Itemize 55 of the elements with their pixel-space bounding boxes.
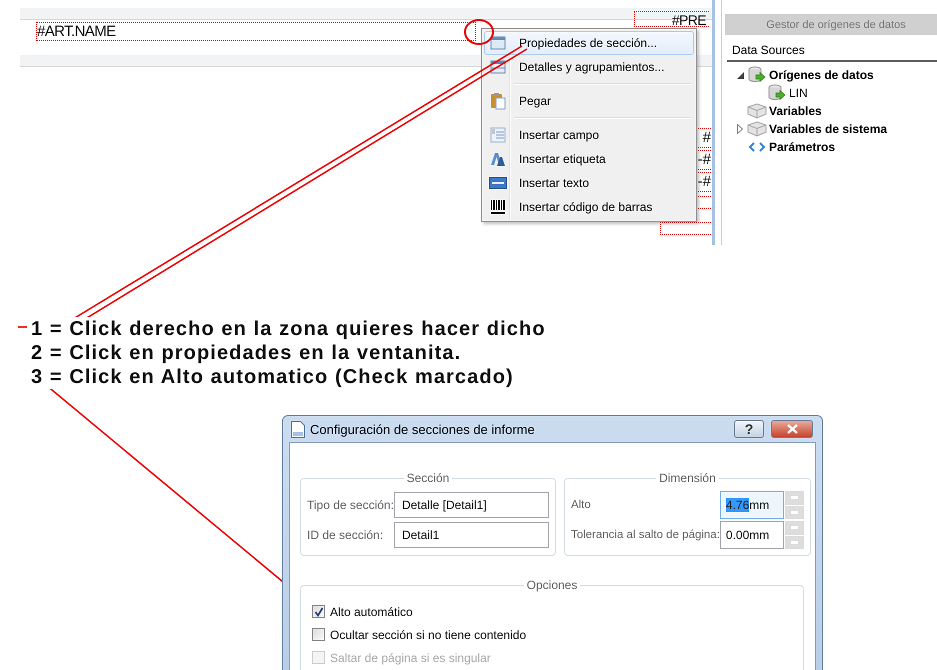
field-label: ID de sección:	[307, 528, 384, 542]
close-button[interactable]	[771, 420, 813, 438]
leader-line	[18, 326, 27, 328]
menu-item[interactable]: Insertar etiqueta	[484, 147, 694, 171]
close-icon	[786, 424, 798, 434]
number-field[interactable]: 0.00mm	[720, 521, 784, 549]
dialog-title: Configuración de secciones de informe	[310, 422, 536, 436]
report-field[interactable]: #PRE	[634, 11, 709, 27]
collapsed-arrow-icon[interactable]	[737, 124, 743, 134]
checkbox-label: Saltar de página si es singular	[330, 650, 491, 664]
menu-item[interactable]: Propiedades de sección...	[484, 31, 694, 55]
field-label: Tolerancia al salto de página:	[570, 529, 720, 541]
group-title: Sección	[406, 471, 450, 485]
barcode-icon	[490, 199, 506, 215]
checkbox[interactable]	[312, 605, 325, 618]
help-button[interactable]: ?	[734, 420, 764, 438]
menu-item[interactable]: Insertar texto	[484, 171, 694, 195]
group-title: Opciones	[526, 578, 578, 592]
number-field[interactable]: 4.76mm	[720, 491, 784, 519]
checkbox-label: Alto automático	[330, 604, 413, 618]
menu-item[interactable]: Insertar código de barras	[484, 195, 694, 219]
letter-icon	[490, 151, 506, 167]
document-icon	[291, 420, 305, 438]
checkbox[interactable]	[312, 628, 325, 641]
code-brackets-icon	[749, 142, 765, 152]
text-field[interactable]: Detalle [Detail1]	[394, 492, 549, 518]
tree-item[interactable]: Parámetros	[769, 140, 836, 154]
dash-icon	[790, 540, 798, 544]
database-icon	[748, 66, 766, 84]
dash-icon	[790, 526, 798, 530]
panel-title: Data Sources	[727, 43, 937, 62]
group-title: Dimensión	[659, 471, 716, 485]
dash-icon	[790, 496, 798, 500]
clipboard-icon	[490, 92, 506, 110]
highlight-circle	[464, 19, 494, 45]
form-icon	[490, 127, 506, 143]
database-icon	[768, 84, 786, 102]
tree-item[interactable]: Variables	[769, 104, 822, 118]
window-icon	[490, 35, 506, 51]
tree-item[interactable]: Orígenes de datos	[769, 68, 874, 82]
cubes-icon	[747, 103, 767, 119]
field-label: Tipo de sección:	[307, 498, 394, 512]
dash-icon	[790, 510, 798, 514]
report-field[interactable]: #ART.NAME	[36, 22, 476, 41]
expanded-arrow-icon[interactable]	[736, 72, 744, 78]
panel-header: Gestor de orígenes de datos	[725, 14, 937, 35]
tree-item[interactable]: LIN	[789, 86, 808, 100]
tree-item[interactable]: Variables de sistema	[769, 122, 888, 136]
menu-item[interactable]: Detalles y agrupamientos...	[484, 55, 694, 79]
checkbox-label: Ocultar sección si no tiene contenido	[330, 628, 526, 642]
menu-item[interactable]: Pegar	[484, 89, 694, 113]
menu-item[interactable]: Insertar campo	[484, 123, 694, 147]
cubes-icon	[747, 121, 767, 137]
field-label: Alto	[570, 499, 591, 511]
text-field[interactable]: Detail1	[394, 522, 549, 548]
